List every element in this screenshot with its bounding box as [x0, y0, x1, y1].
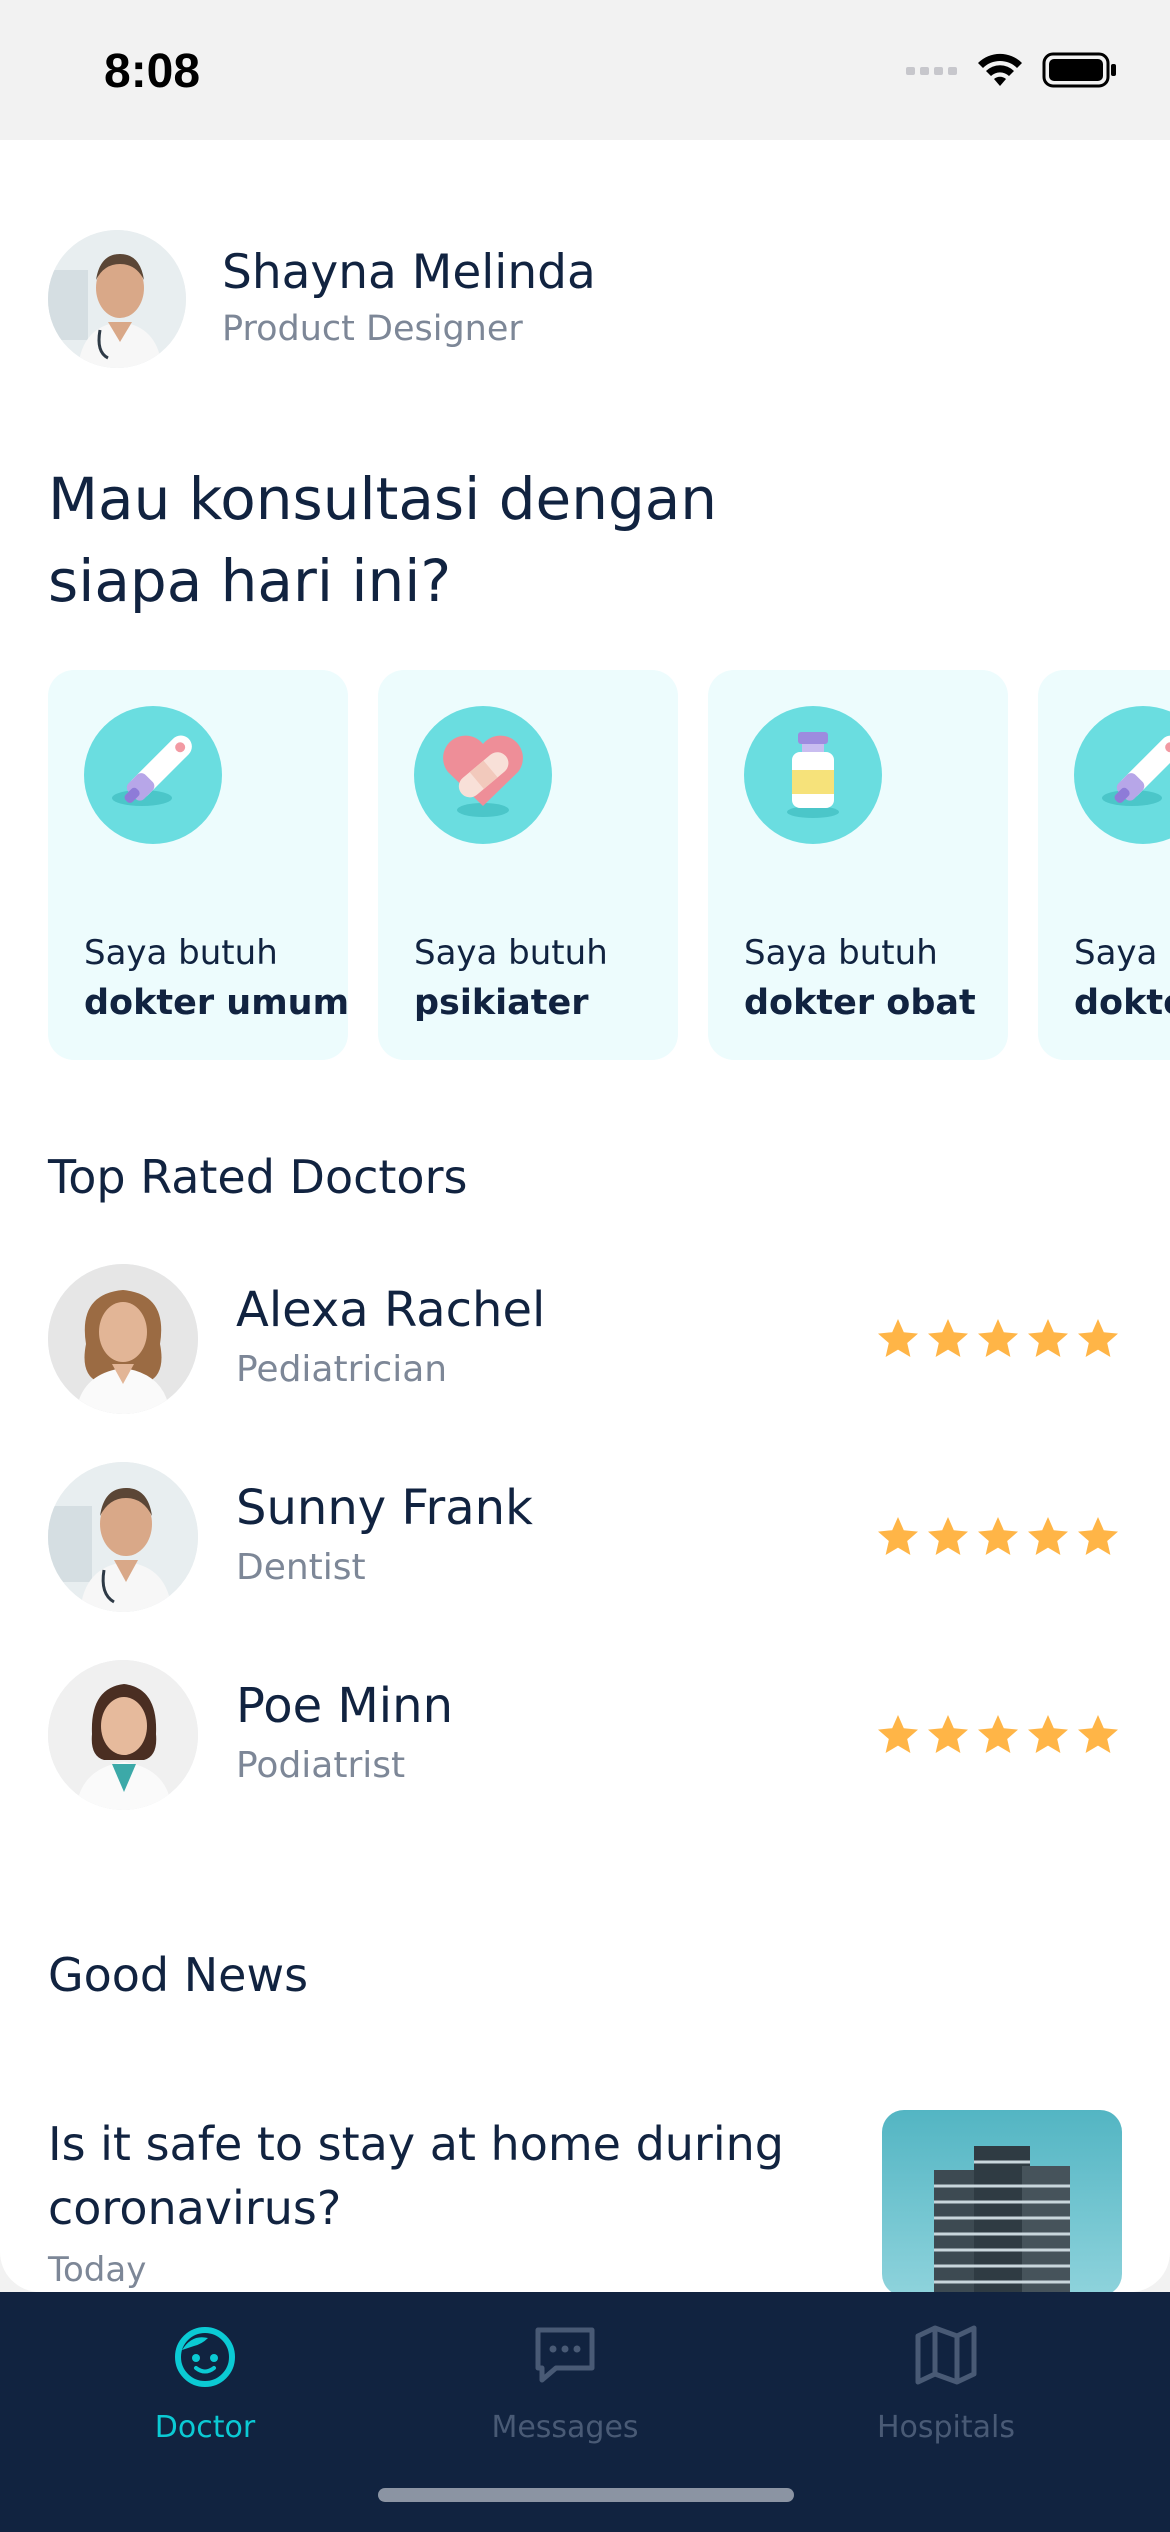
doctor-name: Poe Minn: [236, 1678, 453, 1734]
category-label: Saya butuh: [1074, 933, 1170, 973]
wifi-icon: [978, 53, 1022, 86]
star-icon: [1078, 1517, 1118, 1555]
category-label: Saya butuh: [414, 933, 608, 973]
thermometer-icon: [1074, 706, 1170, 844]
category-title: dokter obat: [744, 983, 976, 1023]
star-icon: [1028, 1715, 1068, 1753]
news-item-date: Today: [48, 2250, 147, 2290]
doctor-name: Alexa Rachel: [236, 1282, 546, 1338]
battery-icon: [1042, 52, 1116, 88]
user-name: Shayna Melinda: [222, 245, 596, 300]
thermometer-icon: [84, 706, 222, 844]
doctor-avatar: [48, 1264, 198, 1414]
status-bar: 8:08: [0, 0, 1170, 140]
top-rated-title: Top Rated Doctors: [48, 1150, 468, 1204]
category-card-psikiater[interactable]: Saya butuh psikiater: [378, 670, 678, 1060]
category-title: dokter umum: [84, 983, 350, 1023]
news-item-image[interactable]: [882, 2110, 1122, 2292]
tab-hospitals[interactable]: Hospitals: [826, 2322, 1066, 2445]
star-icon: [1028, 1517, 1068, 1555]
category-list: Saya butuh dokter umum Saya butuh psikia…: [48, 670, 1170, 1060]
star-icon: [878, 1517, 918, 1555]
star-icon: [878, 1319, 918, 1357]
star-icon: [928, 1319, 968, 1357]
heart-bandage-icon: [414, 706, 552, 844]
category-card-dokter-obat[interactable]: Saya butuh dokter obat: [708, 670, 1008, 1060]
main-content: Shayna Melinda Product Designer Mau kons…: [0, 140, 1170, 2292]
tab-label: Doctor: [154, 2410, 256, 2445]
category-label: Saya butuh: [744, 933, 938, 973]
star-icon: [1078, 1715, 1118, 1753]
cellular-signal-icon: [906, 67, 957, 75]
home-indicator: [378, 2488, 794, 2502]
doctor-rating: [874, 1315, 1122, 1363]
map-icon: [915, 2325, 977, 2385]
doctor-specialty: Podiatrist: [236, 1745, 406, 1786]
news-item-title[interactable]: Is it safe to stay at home during corona…: [48, 2112, 808, 2240]
category-title: psikiater: [414, 983, 589, 1023]
star-icon: [878, 1715, 918, 1753]
doctor-face-icon: [175, 2327, 235, 2387]
user-role: Product Designer: [222, 309, 523, 349]
star-icon: [1078, 1319, 1118, 1357]
star-icon: [928, 1517, 968, 1555]
status-time: 8:08: [104, 45, 201, 98]
tab-messages[interactable]: Messages: [445, 2322, 685, 2445]
star-icon: [978, 1517, 1018, 1555]
page-headline: Mau konsultasi dengan siapa hari ini?: [48, 465, 718, 615]
category-card-dokter-umum[interactable]: Saya butuh dokter umum: [48, 670, 350, 1060]
category-label: Saya butuh: [84, 933, 278, 973]
doctor-specialty: Pediatrician: [236, 1349, 448, 1390]
tab-doctor[interactable]: Doctor: [85, 2322, 325, 2445]
star-icon: [978, 1319, 1018, 1357]
doctor-rating: [874, 1711, 1122, 1759]
doctor-avatar: [48, 1462, 198, 1612]
star-icon: [1028, 1319, 1068, 1357]
doctor-specialty: Dentist: [236, 1547, 366, 1588]
doctor-item-poe-minn[interactable]: Poe Minn Podiatrist: [48, 1660, 1122, 1810]
category-card-dokter-umum-2[interactable]: Saya butuh dokter umum: [1038, 670, 1170, 1060]
chat-icon: [535, 2327, 595, 2383]
doctor-item-sunny-frank[interactable]: Sunny Frank Dentist: [48, 1462, 1122, 1612]
medicine-bottle-icon: [744, 706, 882, 844]
user-avatar: [48, 230, 186, 368]
doctor-avatar: [48, 1660, 198, 1810]
doctor-name: Sunny Frank: [236, 1480, 533, 1536]
good-news-title: Good News: [48, 1948, 309, 2002]
category-title: dokter umum: [1074, 983, 1170, 1023]
status-icons: [906, 52, 1118, 88]
tab-label: Hospitals: [876, 2410, 1016, 2445]
doctor-item-alexa-rachel[interactable]: Alexa Rachel Pediatrician: [48, 1264, 1122, 1414]
tab-label: Messages: [491, 2410, 639, 2445]
doctor-rating: [874, 1513, 1122, 1561]
star-icon: [928, 1715, 968, 1753]
user-profile[interactable]: Shayna Melinda Product Designer: [48, 230, 596, 368]
star-icon: [978, 1715, 1018, 1753]
